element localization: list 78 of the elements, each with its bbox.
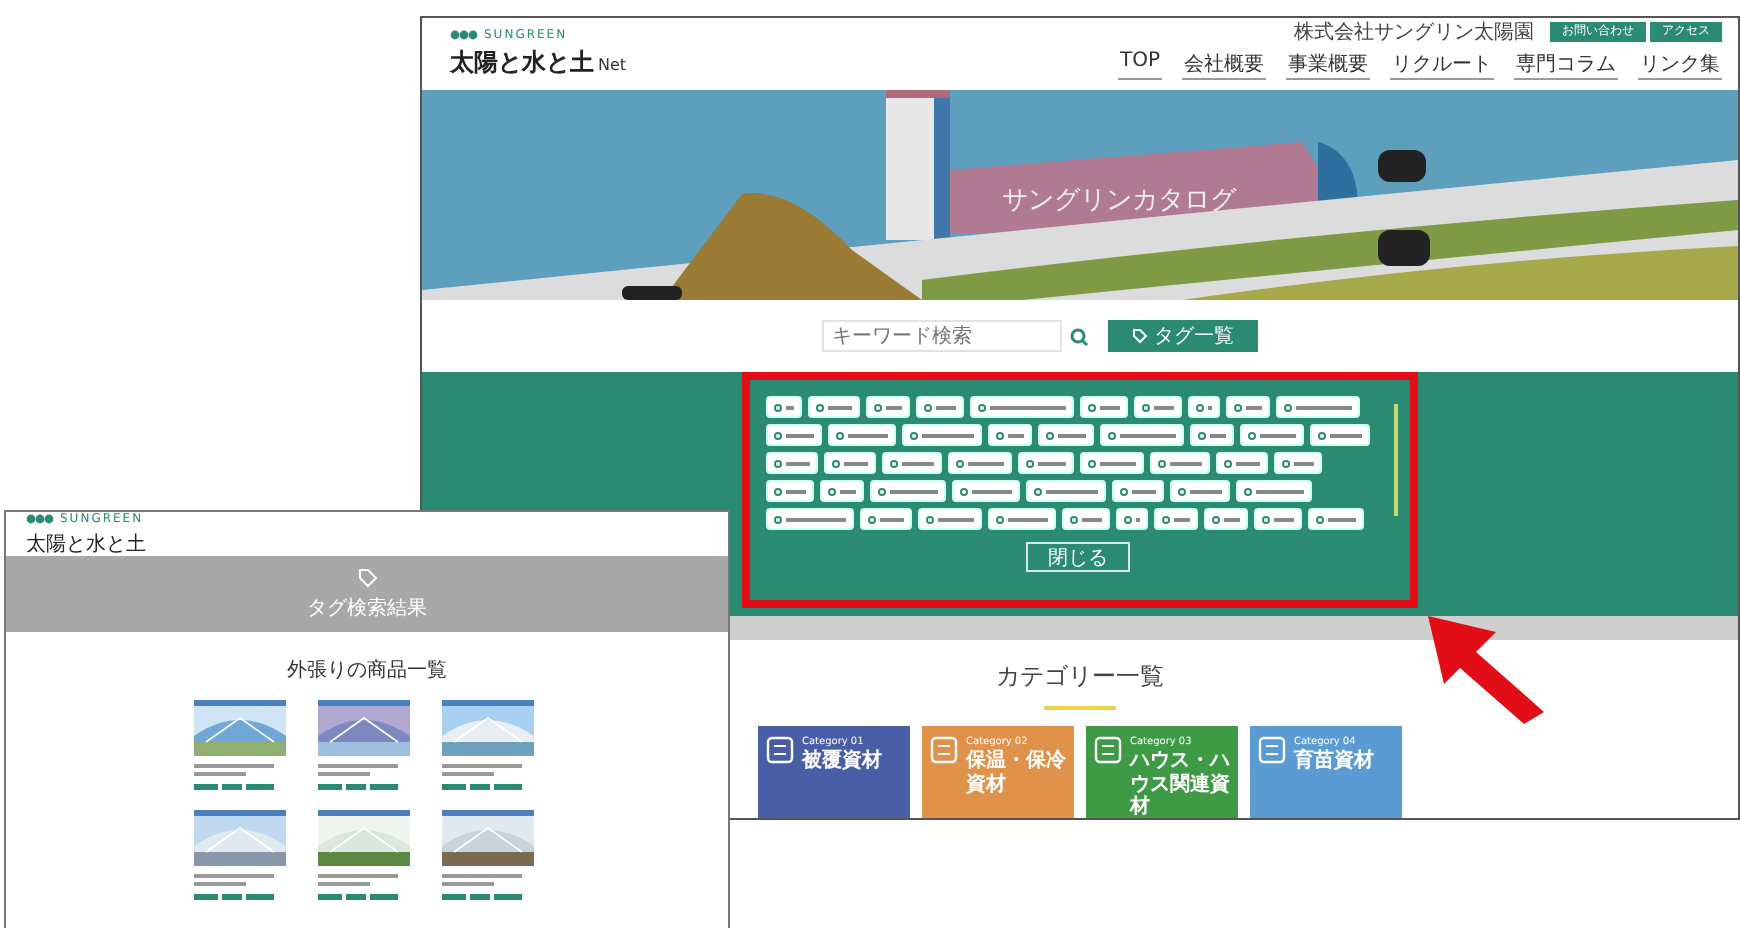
tag-chip[interactable] xyxy=(1018,452,1074,474)
nav-link[interactable]: 事業概要 xyxy=(1286,50,1370,80)
tag-list-button[interactable]: タグ一覧 xyxy=(1108,320,1258,352)
tag-chip[interactable] xyxy=(860,508,912,530)
tag-chip[interactable] xyxy=(766,480,814,502)
tag-chip[interactable] xyxy=(1154,508,1198,530)
tag-chip[interactable] xyxy=(808,396,860,418)
nav-link[interactable]: リンク集 xyxy=(1638,50,1722,80)
category-icon xyxy=(930,736,958,764)
tag-chip[interactable] xyxy=(866,396,910,418)
tag-chip[interactable] xyxy=(820,480,864,502)
category-name: 保温・保冷資材 xyxy=(966,750,1066,796)
tag-chip[interactable] xyxy=(1310,424,1370,446)
category-name: 被覆資材 xyxy=(802,750,882,773)
tag-chip[interactable] xyxy=(952,480,1020,502)
tag-chip[interactable] xyxy=(1038,424,1094,446)
tag-chip[interactable] xyxy=(1188,396,1220,418)
tag-chip[interactable] xyxy=(1226,396,1270,418)
tag-chip[interactable] xyxy=(824,452,876,474)
company-name: 株式会社サングリン太陽園 xyxy=(1294,19,1534,46)
close-button[interactable]: 閉じる xyxy=(1026,542,1130,572)
tag-chip[interactable] xyxy=(1080,452,1144,474)
tag-chip[interactable] xyxy=(1216,452,1268,474)
hero-title: サングリンカタログ xyxy=(1002,184,1236,218)
tag-chip[interactable] xyxy=(1240,424,1304,446)
tag-chip[interactable] xyxy=(988,424,1032,446)
tag-chip[interactable] xyxy=(1276,396,1360,418)
tag-chip[interactable] xyxy=(1150,452,1210,474)
logo-icon xyxy=(450,30,478,40)
tag-chip[interactable] xyxy=(1254,508,1302,530)
tag-chip[interactable] xyxy=(1274,452,1322,474)
nav-link[interactable]: TOP xyxy=(1117,50,1162,80)
tag-chip[interactable] xyxy=(1236,480,1312,502)
tag-chip[interactable] xyxy=(1062,508,1110,530)
tag-icon xyxy=(1132,328,1148,344)
callout-arrow xyxy=(1424,612,1548,728)
category-icon xyxy=(1094,736,1122,764)
tag-chip[interactable] xyxy=(1190,424,1234,446)
tag-chip[interactable] xyxy=(766,396,802,418)
banner-title: タグ検索結果 xyxy=(307,595,427,621)
tag-chip[interactable] xyxy=(1112,480,1164,502)
tag-chip[interactable] xyxy=(1170,480,1230,502)
tag-chip[interactable] xyxy=(916,396,964,418)
tag-chip[interactable] xyxy=(1116,508,1148,530)
nav-link[interactable]: リクルート xyxy=(1390,50,1494,80)
nav-link[interactable]: 専門コラム xyxy=(1514,50,1618,80)
site-title: 太陽と水と土 xyxy=(26,531,146,557)
tag-chip[interactable] xyxy=(870,480,946,502)
category-icon xyxy=(1258,736,1286,764)
scrollbar[interactable] xyxy=(1394,404,1398,516)
category-icon xyxy=(766,736,794,764)
tag-chip[interactable] xyxy=(1204,508,1248,530)
nav-link[interactable]: 会社概要 xyxy=(1182,50,1266,80)
section-heading: 外張りの商品一覧 xyxy=(287,657,447,684)
tag-chip[interactable] xyxy=(828,424,896,446)
site-title: 太陽と水と土 xyxy=(450,46,594,80)
search-field[interactable]: キーワード検索 xyxy=(822,320,1062,352)
logo-icon xyxy=(26,513,54,523)
tag-chip[interactable] xyxy=(882,452,942,474)
section-heading: カテゴリー一覧 xyxy=(996,660,1164,694)
category-name: 育苗資材 xyxy=(1294,750,1374,773)
tag-chip[interactable] xyxy=(766,452,818,474)
tag-chip[interactable] xyxy=(1080,396,1128,418)
tag-chip[interactable] xyxy=(948,452,1012,474)
tag-chip[interactable] xyxy=(970,396,1074,418)
tag-chip[interactable] xyxy=(766,424,822,446)
tag-icon xyxy=(357,567,377,587)
tag-chip[interactable] xyxy=(1100,424,1184,446)
category-name: ハウス・ハウス関連資材 xyxy=(1130,750,1230,818)
tag-chip[interactable] xyxy=(988,508,1056,530)
search-icon xyxy=(1070,327,1088,345)
tag-chip[interactable] xyxy=(766,508,854,530)
tag-chip[interactable] xyxy=(1134,396,1182,418)
tag-chip[interactable] xyxy=(1026,480,1106,502)
tag-chip[interactable] xyxy=(1308,508,1364,530)
tag-chip[interactable] xyxy=(902,424,982,446)
site-title-suffix: Net xyxy=(598,56,627,74)
tag-chip[interactable] xyxy=(918,508,982,530)
